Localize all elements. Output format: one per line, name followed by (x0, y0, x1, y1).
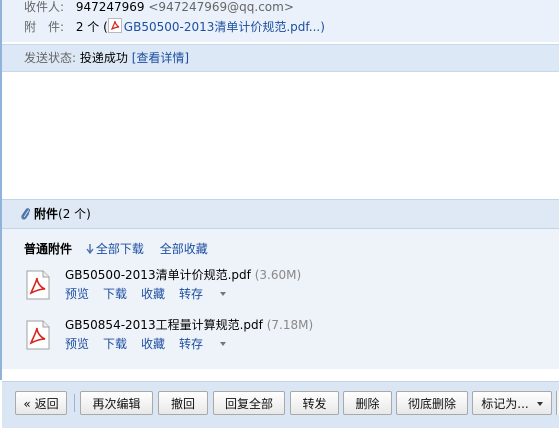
preview-link[interactable]: 预览 (65, 337, 89, 351)
pdf-icon (107, 18, 122, 33)
toolbar-separator (74, 394, 75, 412)
attachment-size: (3.60M) (254, 268, 302, 282)
paperclip-icon (20, 207, 31, 226)
pdf-icon[interactable] (24, 320, 52, 350)
attachments-panel: 普通附件 全部下载 全部收藏 GB50500-2013清单计价规范.pdf (3… (2, 229, 559, 369)
attachment-name[interactable]: GB50500-2013清单计价规范.pdf (65, 268, 251, 282)
delivery-status-bar: 发送状态: 投递成功 [查看详情] (2, 44, 559, 72)
attachment-label: 附 件: (24, 20, 65, 34)
attachment-actions: 预览 下载 收藏 转存 (65, 285, 240, 303)
download-link[interactable]: 下载 (103, 287, 127, 301)
attachments-title: 附件 (34, 207, 59, 221)
download-all-label: 全部下载 (95, 242, 144, 256)
chevron-down-icon (536, 402, 543, 406)
status-label: 发送状态: (24, 51, 77, 65)
download-all-link[interactable]: 全部下载 (86, 242, 144, 256)
recipient-email[interactable]: <947247969@qq.com> (148, 0, 294, 14)
download-arrow-icon (86, 242, 94, 260)
attachment-name[interactable]: GB50854-2013工程量计算规范.pdf (65, 318, 263, 332)
action-toolbar: « 返回 再次编辑 撤回 回复全部 转发 删除 彻底删除 标记为... (2, 381, 559, 428)
pdf-icon[interactable] (24, 270, 52, 300)
attachment-summary-row: 附 件: 2 个 ( GB50500-2013清单计价规范.pdf...) (24, 18, 325, 36)
attachment-summary-link[interactable]: GB50500-2013清单计价规范.pdf...) (124, 20, 325, 34)
delete-permanently-button[interactable]: 彻底删除 (396, 391, 468, 415)
transfer-label: 转存 (179, 337, 204, 351)
chevron-down-icon (220, 292, 227, 296)
delete-button[interactable]: 删除 (343, 391, 392, 415)
save-all-link[interactable]: 全部收藏 (160, 242, 208, 256)
save-link[interactable]: 收藏 (141, 337, 165, 351)
status-details-link[interactable]: [查看详情] (132, 51, 189, 65)
edit-again-button[interactable]: 再次编辑 (80, 391, 153, 415)
recipient-row: 收件人: 947247969 <947247969@qq.com> (24, 0, 294, 16)
recipient-name[interactable]: 947247969 (76, 0, 145, 14)
recall-button[interactable]: 撤回 (158, 391, 208, 415)
attachment-size: (7.18M) (266, 318, 314, 332)
back-button[interactable]: « 返回 (15, 391, 67, 415)
forward-button[interactable]: 转发 (290, 391, 339, 415)
mail-header: 收件人: 947247969 <947247969@qq.com> 附 件: 2… (2, 0, 559, 42)
mark-as-label: 标记为... (481, 397, 529, 411)
attachments-header: 附件(2 个) (2, 199, 559, 229)
attachment-name-row: GB50500-2013清单计价规范.pdf (3.60M) (65, 266, 301, 284)
recipient-label: 收件人: (24, 0, 65, 14)
attachments-count: (2 个) (58, 207, 91, 221)
transfer-label: 转存 (179, 287, 204, 301)
status-value: 投递成功 (79, 51, 128, 65)
attachment-name-row: GB50854-2013工程量计算规范.pdf (7.18M) (65, 316, 313, 334)
save-link[interactable]: 收藏 (141, 287, 165, 301)
transfer-dropdown[interactable]: 转存 (179, 287, 227, 301)
preview-link[interactable]: 预览 (65, 287, 89, 301)
mark-as-dropdown[interactable]: 标记为... (472, 391, 552, 415)
attachment-count: 2 个 ( (75, 20, 108, 34)
reply-all-button[interactable]: 回复全部 (213, 391, 285, 415)
attachment-actions: 预览 下载 收藏 转存 (65, 335, 240, 353)
attachments-subheader: 普通附件 全部下载 全部收藏 (24, 240, 220, 260)
download-link[interactable]: 下载 (103, 337, 127, 351)
transfer-dropdown[interactable]: 转存 (179, 337, 227, 351)
normal-attachments-title: 普通附件 (24, 242, 73, 256)
chevron-down-icon (220, 342, 227, 346)
